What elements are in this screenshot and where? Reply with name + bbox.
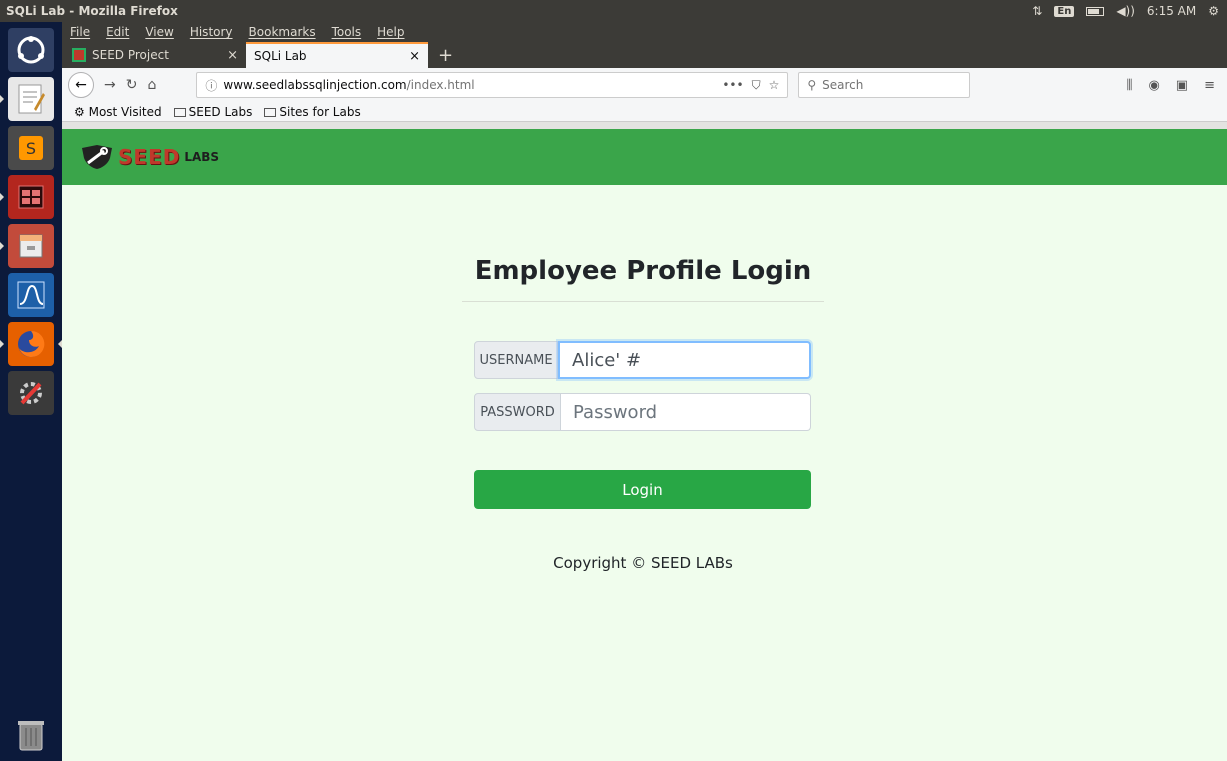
network-icon[interactable]: ⇅ [1032, 4, 1042, 18]
terminal-app-icon[interactable] [0, 175, 54, 219]
bookmark-label: Sites for Labs [279, 104, 361, 119]
text-editor-icon[interactable] [0, 77, 54, 121]
launcher: S [0, 22, 62, 761]
pocket-icon[interactable]: ⛉ [752, 78, 761, 93]
tab-sqli-lab[interactable]: SQLi Lab × [246, 42, 428, 68]
logo-subtext: LABS [184, 150, 220, 164]
menu-file[interactable]: File [70, 25, 90, 39]
password-input[interactable] [561, 393, 811, 431]
bookmark-label: Most Visited [88, 104, 162, 119]
close-tab-icon[interactable]: × [409, 49, 420, 64]
close-tab-icon[interactable]: × [227, 48, 238, 63]
wireshark-icon[interactable] [8, 273, 54, 317]
menu-edit[interactable]: Edit [106, 25, 129, 39]
shield-wrench-icon [82, 145, 112, 169]
username-group: USERNAME [474, 341, 811, 379]
forward-button[interactable]: → [104, 77, 116, 93]
folder-icon [264, 107, 277, 117]
volume-icon[interactable]: ◀)) [1116, 4, 1135, 18]
tab-strip: SEED Project × SQLi Lab × + [62, 42, 1227, 68]
keyboard-layout-indicator[interactable]: En [1054, 5, 1075, 17]
logo-text: SEED [118, 145, 181, 169]
page-actions-icon[interactable]: ••• [722, 78, 743, 93]
hamburger-menu-icon[interactable]: ≡ [1204, 78, 1215, 93]
back-button[interactable]: ← [68, 72, 94, 98]
site-info-icon[interactable]: ⓘ [205, 77, 217, 94]
page-content: SEED LABS Employee Profile Login USERNAM… [62, 129, 1227, 761]
search-bar[interactable]: ⚲ Search [798, 72, 971, 98]
username-input[interactable] [558, 341, 811, 379]
clock[interactable]: 6:15 AM [1147, 4, 1196, 18]
tab-seed-project[interactable]: SEED Project × [64, 42, 246, 68]
page-title: Employee Profile Login [474, 256, 812, 286]
menu-help[interactable]: Help [377, 25, 404, 39]
tab-label: SEED Project [92, 48, 169, 62]
menu-bar: File Edit View History Bookmarks Tools H… [62, 22, 1227, 42]
bookmark-label: SEED Labs [188, 104, 253, 119]
bookmark-most-visited[interactable]: ⚙ Most Visited [74, 105, 162, 119]
copyright-text: Copyright © SEED LABs [553, 554, 733, 572]
settings-gear-icon[interactable]: ⚙ [1208, 4, 1219, 18]
browser-chrome: File Edit View History Bookmarks Tools H… [62, 22, 1227, 129]
folder-icon [173, 107, 186, 117]
seed-labs-logo[interactable]: SEED LABS [80, 144, 219, 170]
url-path: /index.html [406, 78, 475, 92]
login-button[interactable]: Login [474, 470, 811, 509]
ubuntu-dash-icon[interactable] [8, 28, 54, 72]
library-icon[interactable]: ⫼ [1126, 78, 1132, 93]
trash-icon[interactable] [8, 713, 54, 757]
menu-tools[interactable]: Tools [332, 25, 362, 39]
gear-icon: ⚙ [74, 104, 85, 119]
new-tab-button[interactable]: + [428, 42, 463, 68]
menu-bookmarks[interactable]: Bookmarks [249, 25, 316, 39]
bookmarks-toolbar: ⚙ Most Visited SEED Labs Sites for Labs [62, 102, 1227, 122]
url-bar[interactable]: ⓘ www.seedlabssqlinjection.com/index.htm… [196, 72, 789, 98]
svg-text:S: S [26, 139, 36, 158]
search-icon: ⚲ [807, 78, 817, 92]
home-icon[interactable]: ⌂ [147, 77, 156, 93]
seed-favicon-icon [72, 48, 86, 62]
battery-icon[interactable] [1086, 6, 1105, 16]
bookmark-sites-for-labs[interactable]: Sites for Labs [264, 104, 361, 119]
password-group: PASSWORD [474, 393, 811, 431]
sublime-text-icon[interactable]: S [8, 126, 54, 170]
menu-history[interactable]: History [190, 25, 233, 39]
divider [462, 301, 824, 302]
username-label: USERNAME [474, 341, 558, 379]
bookmark-star-icon[interactable]: ☆ [769, 78, 780, 93]
sidebar-icon[interactable]: ▣ [1176, 78, 1188, 93]
system-tray: ⇅ En ◀)) 6:15 AM ⚙ [1032, 4, 1227, 18]
navigation-bar: ← → ↻ ⌂ ⓘ www.seedlabssqlinjection.com/i… [62, 68, 1227, 102]
site-header: SEED LABS [62, 129, 1227, 185]
extension-icon[interactable]: ◉ [1148, 78, 1159, 93]
menu-view[interactable]: View [145, 25, 173, 39]
url-host: www.seedlabssqlinjection.com [223, 78, 407, 92]
reload-button[interactable]: ↻ [126, 77, 138, 93]
window-title: SQLi Lab - Mozilla Firefox [6, 4, 178, 18]
archive-manager-icon[interactable] [0, 224, 54, 268]
system-top-bar: SQLi Lab - Mozilla Firefox ⇅ En ◀)) 6:15… [0, 0, 1227, 22]
system-settings-icon[interactable] [8, 371, 54, 415]
search-placeholder: Search [822, 78, 864, 92]
bookmark-seed-labs[interactable]: SEED Labs [173, 104, 253, 119]
tab-label: SQLi Lab [254, 49, 307, 63]
password-label: PASSWORD [474, 393, 561, 431]
firefox-icon[interactable] [0, 322, 62, 366]
